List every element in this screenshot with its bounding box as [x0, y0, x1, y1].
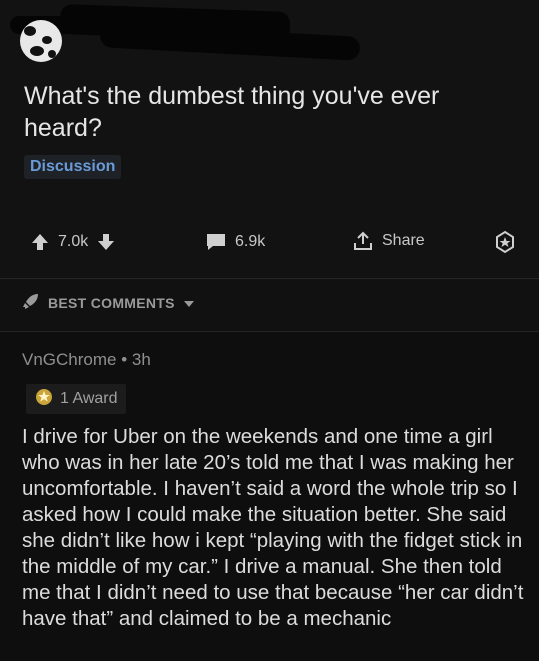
share-button[interactable]: Share: [352, 230, 425, 252]
comment-author[interactable]: VnGChrome: [22, 350, 116, 369]
share-label: Share: [382, 232, 425, 249]
comment-age: 3h: [131, 350, 151, 369]
sort-label: BEST COMMENTS: [48, 294, 175, 311]
award-button[interactable]: [493, 230, 517, 254]
award-icon: [493, 230, 517, 254]
comment-count: 6.9k: [235, 233, 266, 250]
comment-icon: [205, 232, 227, 252]
award-badge[interactable]: 1 Award: [26, 384, 126, 414]
comment-body: I drive for Uber on the weekends and one…: [22, 425, 524, 630]
vote-group: 7.0k: [30, 232, 116, 252]
vote-count: 7.0k: [58, 233, 89, 250]
post-flair[interactable]: Discussion: [24, 155, 122, 179]
post-actions: 7.0k 6.9k Share: [0, 228, 539, 258]
chevron-down-icon: [183, 295, 195, 311]
post-title[interactable]: What's the dumbest thing you've ever hea…: [24, 80, 524, 144]
comment-meta: VnGChrome • 3h: [22, 350, 151, 370]
award-label: 1 Award: [60, 390, 118, 407]
downvote-icon[interactable]: [96, 232, 116, 252]
rocket-icon: [22, 292, 40, 313]
divider: [0, 278, 539, 279]
meta-separator: •: [121, 350, 128, 369]
comments-button[interactable]: 6.9k: [205, 232, 265, 252]
share-icon: [352, 230, 374, 252]
upvote-icon[interactable]: [30, 232, 50, 252]
comment-sort-button[interactable]: BEST COMMENTS: [22, 292, 195, 313]
award-badge-icon: [34, 387, 54, 412]
avatar[interactable]: [20, 20, 62, 62]
